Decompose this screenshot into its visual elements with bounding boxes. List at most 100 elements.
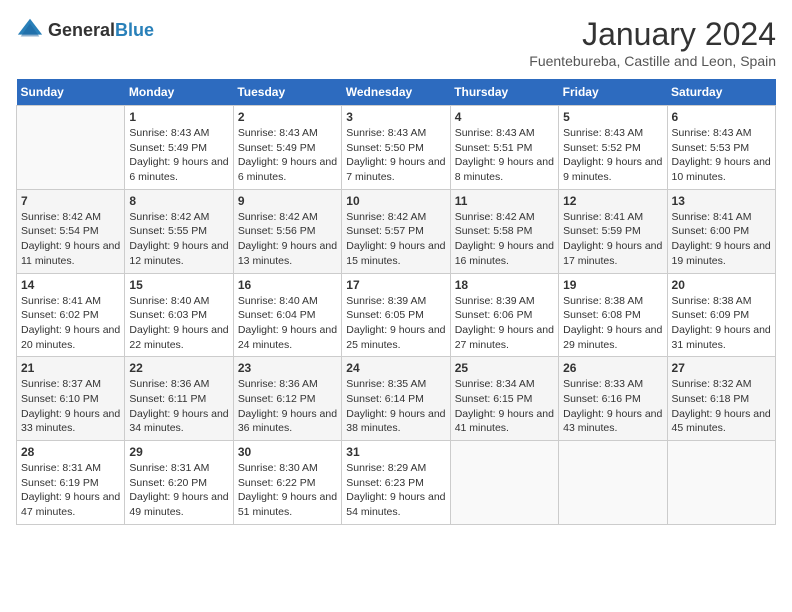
day-number: 22 xyxy=(129,361,228,375)
day-detail: Sunrise: 8:42 AMSunset: 5:55 PMDaylight:… xyxy=(129,210,228,269)
day-number: 27 xyxy=(672,361,771,375)
day-detail: Sunrise: 8:38 AMSunset: 6:09 PMDaylight:… xyxy=(672,294,771,353)
day-detail: Sunrise: 8:42 AMSunset: 5:54 PMDaylight:… xyxy=(21,210,120,269)
day-number: 8 xyxy=(129,194,228,208)
day-detail: Sunrise: 8:34 AMSunset: 6:15 PMDaylight:… xyxy=(455,377,554,436)
day-number: 11 xyxy=(455,194,554,208)
calendar-week-row: 14 Sunrise: 8:41 AMSunset: 6:02 PMDayligh… xyxy=(17,273,776,357)
day-number: 2 xyxy=(238,110,337,124)
calendar-cell: 2 Sunrise: 8:43 AMSunset: 5:49 PMDaylight… xyxy=(233,106,341,190)
calendar-cell: 25 Sunrise: 8:34 AMSunset: 6:15 PMDayligh… xyxy=(450,357,558,441)
title-block: January 2024 Fuentebureba, Castille and … xyxy=(529,16,776,69)
day-detail: Sunrise: 8:29 AMSunset: 6:23 PMDaylight:… xyxy=(346,461,445,520)
calendar-cell: 11 Sunrise: 8:42 AMSunset: 5:58 PMDayligh… xyxy=(450,189,558,273)
day-number: 18 xyxy=(455,278,554,292)
day-detail: Sunrise: 8:37 AMSunset: 6:10 PMDaylight:… xyxy=(21,377,120,436)
calendar-cell: 30Sunrise: 8:30 AMSunset: 6:22 PMDayligh… xyxy=(233,441,341,525)
day-detail: Sunrise: 8:43 AMSunset: 5:50 PMDaylight:… xyxy=(346,126,445,185)
calendar-cell: 9Sunrise: 8:42 AMSunset: 5:56 PMDaylight… xyxy=(233,189,341,273)
calendar-cell: 16Sunrise: 8:40 AMSunset: 6:04 PMDayligh… xyxy=(233,273,341,357)
day-number: 17 xyxy=(346,278,445,292)
logo-text-general: General xyxy=(48,20,115,40)
day-detail: Sunrise: 8:38 AMSunset: 6:08 PMDaylight:… xyxy=(563,294,662,353)
logo: GeneralBlue xyxy=(16,16,154,44)
calendar-cell: 31 Sunrise: 8:29 AMSunset: 6:23 PMDayligh… xyxy=(342,441,450,525)
calendar-cell: 28 Sunrise: 8:31 AMSunset: 6:19 PMDayligh… xyxy=(17,441,125,525)
day-detail: Sunrise: 8:40 AMSunset: 6:03 PMDaylight:… xyxy=(129,294,228,353)
day-number: 13 xyxy=(672,194,771,208)
logo-text-blue: Blue xyxy=(115,20,154,40)
day-number: 9 xyxy=(238,194,337,208)
day-detail: Sunrise: 8:42 AMSunset: 5:57 PMDaylight:… xyxy=(346,210,445,269)
calendar-cell xyxy=(667,441,775,525)
calendar-cell: 1 Sunrise: 8:43 AMSunset: 5:49 PMDaylight… xyxy=(125,106,233,190)
calendar-week-row: 1 Sunrise: 8:43 AMSunset: 5:49 PMDaylight… xyxy=(17,106,776,190)
calendar-table: SundayMondayTuesdayWednesdayThursdayFrid… xyxy=(16,79,776,525)
calendar-week-row: 7 Sunrise: 8:42 AMSunset: 5:54 PMDaylight… xyxy=(17,189,776,273)
calendar-cell: 15Sunrise: 8:40 AMSunset: 6:03 PMDayligh… xyxy=(125,273,233,357)
calendar-cell: 17 Sunrise: 8:39 AMSunset: 6:05 PMDayligh… xyxy=(342,273,450,357)
day-number: 24 xyxy=(346,361,445,375)
day-number: 28 xyxy=(21,445,120,459)
calendar-cell: 24 Sunrise: 8:35 AMSunset: 6:14 PMDayligh… xyxy=(342,357,450,441)
calendar-cell: 7 Sunrise: 8:42 AMSunset: 5:54 PMDaylight… xyxy=(17,189,125,273)
day-number: 26 xyxy=(563,361,662,375)
day-detail: Sunrise: 8:39 AMSunset: 6:05 PMDaylight:… xyxy=(346,294,445,353)
day-header-wednesday: Wednesday xyxy=(342,79,450,106)
day-number: 10 xyxy=(346,194,445,208)
day-number: 5 xyxy=(563,110,662,124)
day-detail: Sunrise: 8:41 AMSunset: 6:00 PMDaylight:… xyxy=(672,210,771,269)
day-detail: Sunrise: 8:42 AMSunset: 5:58 PMDaylight:… xyxy=(455,210,554,269)
day-header-thursday: Thursday xyxy=(450,79,558,106)
day-number: 21 xyxy=(21,361,120,375)
calendar-cell: 4Sunrise: 8:43 AMSunset: 5:51 PMDaylight… xyxy=(450,106,558,190)
day-detail: Sunrise: 8:43 AMSunset: 5:49 PMDaylight:… xyxy=(238,126,337,185)
calendar-cell: 8 Sunrise: 8:42 AMSunset: 5:55 PMDaylight… xyxy=(125,189,233,273)
day-number: 19 xyxy=(563,278,662,292)
day-header-tuesday: Tuesday xyxy=(233,79,341,106)
day-number: 31 xyxy=(346,445,445,459)
day-header-monday: Monday xyxy=(125,79,233,106)
day-number: 7 xyxy=(21,194,120,208)
day-number: 6 xyxy=(672,110,771,124)
location: Fuentebureba, Castille and Leon, Spain xyxy=(529,53,776,69)
calendar-cell: 12Sunrise: 8:41 AMSunset: 5:59 PMDayligh… xyxy=(559,189,667,273)
calendar-cell: 5 Sunrise: 8:43 AMSunset: 5:52 PMDaylight… xyxy=(559,106,667,190)
day-detail: Sunrise: 8:43 AMSunset: 5:49 PMDaylight:… xyxy=(129,126,228,185)
day-detail: Sunrise: 8:36 AMSunset: 6:11 PMDaylight:… xyxy=(129,377,228,436)
day-number: 30 xyxy=(238,445,337,459)
calendar-cell: 6Sunrise: 8:43 AMSunset: 5:53 PMDaylight… xyxy=(667,106,775,190)
calendar-cell: 27 Sunrise: 8:32 AMSunset: 6:18 PMDayligh… xyxy=(667,357,775,441)
day-detail: Sunrise: 8:35 AMSunset: 6:14 PMDaylight:… xyxy=(346,377,445,436)
day-detail: Sunrise: 8:39 AMSunset: 6:06 PMDaylight:… xyxy=(455,294,554,353)
calendar-cell: 13 Sunrise: 8:41 AMSunset: 6:00 PMDayligh… xyxy=(667,189,775,273)
day-number: 20 xyxy=(672,278,771,292)
calendar-cell xyxy=(450,441,558,525)
day-detail: Sunrise: 8:41 AMSunset: 5:59 PMDaylight:… xyxy=(563,210,662,269)
day-number: 14 xyxy=(21,278,120,292)
month-title: January 2024 xyxy=(529,16,776,53)
day-number: 1 xyxy=(129,110,228,124)
day-number: 29 xyxy=(129,445,228,459)
calendar-cell: 3 Sunrise: 8:43 AMSunset: 5:50 PMDaylight… xyxy=(342,106,450,190)
calendar-cell: 14 Sunrise: 8:41 AMSunset: 6:02 PMDayligh… xyxy=(17,273,125,357)
calendar-cell: 10 Sunrise: 8:42 AMSunset: 5:57 PMDayligh… xyxy=(342,189,450,273)
day-number: 25 xyxy=(455,361,554,375)
day-detail: Sunrise: 8:41 AMSunset: 6:02 PMDaylight:… xyxy=(21,294,120,353)
day-detail: Sunrise: 8:31 AMSunset: 6:19 PMDaylight:… xyxy=(21,461,120,520)
calendar-cell: 21 Sunrise: 8:37 AMSunset: 6:10 PMDayligh… xyxy=(17,357,125,441)
calendar-cell: 20 Sunrise: 8:38 AMSunset: 6:09 PMDayligh… xyxy=(667,273,775,357)
day-number: 3 xyxy=(346,110,445,124)
day-detail: Sunrise: 8:36 AMSunset: 6:12 PMDaylight:… xyxy=(238,377,337,436)
day-number: 23 xyxy=(238,361,337,375)
calendar-header-row: SundayMondayTuesdayWednesdayThursdayFrid… xyxy=(17,79,776,106)
day-detail: Sunrise: 8:43 AMSunset: 5:52 PMDaylight:… xyxy=(563,126,662,185)
calendar-cell: 22 Sunrise: 8:36 AMSunset: 6:11 PMDayligh… xyxy=(125,357,233,441)
day-detail: Sunrise: 8:31 AMSunset: 6:20 PMDaylight:… xyxy=(129,461,228,520)
day-detail: Sunrise: 8:33 AMSunset: 6:16 PMDaylight:… xyxy=(563,377,662,436)
calendar-week-row: 21 Sunrise: 8:37 AMSunset: 6:10 PMDayligh… xyxy=(17,357,776,441)
day-header-saturday: Saturday xyxy=(667,79,775,106)
day-detail: Sunrise: 8:32 AMSunset: 6:18 PMDaylight:… xyxy=(672,377,771,436)
calendar-cell: 19 Sunrise: 8:38 AMSunset: 6:08 PMDayligh… xyxy=(559,273,667,357)
day-detail: Sunrise: 8:40 AMSunset: 6:04 PMDaylight:… xyxy=(238,294,337,353)
